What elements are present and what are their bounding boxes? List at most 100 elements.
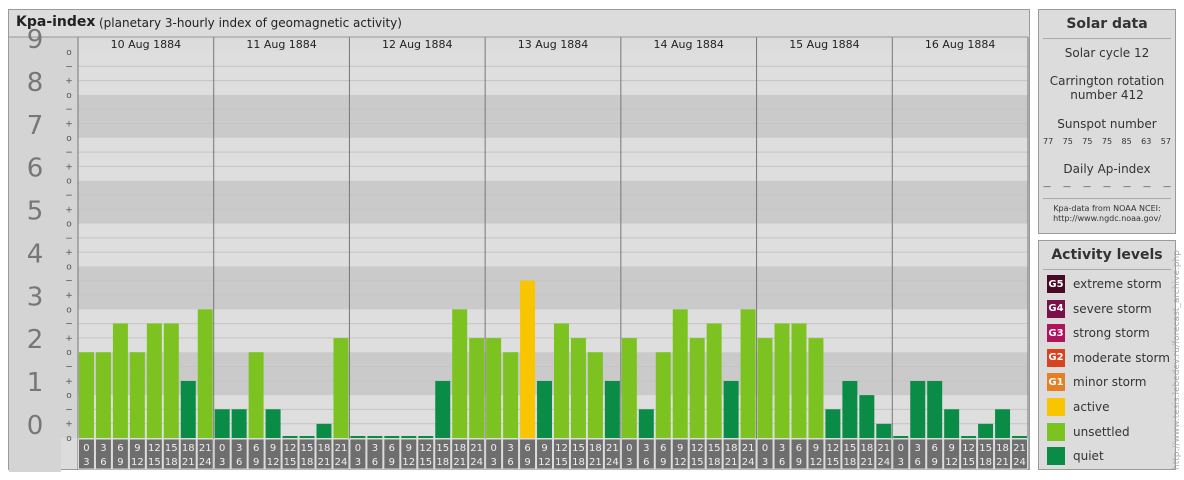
kp-major-label: 6 [27, 154, 44, 184]
interval-end-label: 15 [962, 457, 975, 468]
kp-bar [961, 436, 977, 438]
interval-start-label: 6 [389, 443, 395, 454]
kp-bar [978, 423, 994, 438]
legend-item: G5 extreme storm [1047, 275, 1162, 293]
kp-bar [248, 352, 264, 438]
legend-swatch [1047, 398, 1065, 416]
kp-bar [638, 409, 654, 438]
kp-band [78, 309, 1028, 353]
interval-start-label: 0 [219, 443, 225, 454]
interval-start-label: 3 [100, 443, 106, 454]
interval-start-label: 3 [507, 443, 513, 454]
legend-item: G4 severe storm [1047, 299, 1152, 318]
ap-index-values: — — — — — — — [1043, 182, 1171, 191]
interval-end-label: 24 [1013, 457, 1026, 468]
interval-start-label: 18 [589, 443, 602, 454]
kp-major-label: 9 [27, 25, 44, 55]
interval-end-label: 12 [267, 457, 280, 468]
interval-start-label: 18 [996, 443, 1009, 454]
kp-bar [214, 409, 230, 438]
interval-end-label: 15 [691, 457, 704, 468]
source-watermark: http://www.tesis.lebedev.ru/forecast_arc… [1172, 250, 1182, 470]
kp-bar [723, 380, 739, 438]
kp-bar [893, 436, 909, 438]
kp-bar [757, 338, 773, 438]
interval-start-label: 12 [148, 443, 161, 454]
legend-item: quiet [1047, 447, 1104, 466]
kp-bar [537, 380, 552, 438]
solar-cycle: Solar cycle 12 [1064, 46, 1150, 60]
kp-minor-label: − [65, 363, 73, 373]
interval-start-label: 15 [436, 443, 449, 454]
kp-bar [689, 338, 705, 438]
divider [1043, 38, 1171, 39]
interval-end-label: 18 [844, 457, 857, 468]
interval-start-label: 9 [813, 443, 819, 454]
kp-minor-label: o [66, 220, 72, 230]
interval-start-label: 18 [182, 443, 195, 454]
interval-start-label: 21 [470, 443, 483, 454]
legend-label: severe storm [1073, 301, 1152, 316]
kp-minor-label: + [65, 162, 73, 172]
interval-start-label: 3 [915, 443, 921, 454]
ap-value: — [1143, 182, 1151, 191]
interval-start-label: 3 [643, 443, 649, 454]
kp-major-label: 3 [27, 282, 44, 312]
kp-bar [587, 352, 603, 438]
kp-major-label: 8 [27, 68, 44, 98]
legend-label: quiet [1073, 449, 1104, 464]
kp-bar [112, 323, 128, 438]
legend-label: extreme storm [1073, 277, 1162, 291]
interval-end-label: 3 [626, 457, 632, 468]
interval-end-label: 18 [301, 457, 314, 468]
source-link[interactable]: http://www.ngdc.noaa.gov/ [1039, 214, 1175, 224]
interval-end-label: 12 [131, 457, 144, 468]
kp-minor-label: − [65, 191, 73, 201]
kp-minor-label: o [66, 48, 72, 58]
interval-start-label: 15 [844, 443, 857, 454]
interval-start-label: 3 [236, 443, 242, 454]
kp-minor-label: o [66, 391, 72, 401]
interval-end-label: 15 [284, 457, 297, 468]
kp-bar [808, 338, 824, 438]
carrington-line-1: Carrington rotation [1049, 74, 1165, 88]
kp-minor-label: + [65, 248, 73, 258]
interval-start-label: 12 [284, 443, 297, 454]
kp-minor-label: o [66, 91, 72, 101]
interval-start-label: 15 [572, 443, 585, 454]
interval-start-label: 18 [318, 443, 331, 454]
day-label: 10 Aug 1884 [111, 38, 181, 51]
kp-bar [95, 352, 111, 438]
kp-bar [655, 352, 671, 438]
sunspot-value: 85 [1121, 137, 1132, 146]
interval-start-label: 9 [948, 443, 954, 454]
sunspot-value: 57 [1160, 137, 1171, 146]
kp-bar [401, 436, 417, 438]
legend-item: unsettled [1047, 422, 1130, 441]
interval-end-label: 6 [915, 457, 921, 468]
interval-start-label: 18 [725, 443, 738, 454]
interval-end-label: 9 [796, 457, 802, 468]
interval-start-label: 21 [742, 443, 755, 454]
kp-bar [418, 436, 434, 438]
ap-value: — [1163, 182, 1171, 191]
kp-minor-label: + [65, 77, 73, 87]
interval-start-label: 6 [660, 443, 666, 454]
interval-end-label: 15 [555, 457, 568, 468]
kp-bar [706, 323, 722, 438]
kp-bar [469, 338, 485, 438]
kp-bar [842, 380, 858, 438]
day-label: 13 Aug 1884 [518, 38, 588, 51]
kp-major-label: 0 [27, 411, 44, 441]
kp-minor-label: − [65, 234, 73, 244]
legend-label: minor storm [1073, 375, 1147, 390]
interval-start-label: 6 [524, 443, 530, 454]
interval-start-label: 6 [253, 443, 259, 454]
kp-major-label: 7 [27, 111, 44, 141]
solar-data-panel: Solar data Solar cycle 12 Carrington rot… [1038, 9, 1176, 234]
interval-start-label: 15 [979, 443, 992, 454]
interval-start-label: 9 [541, 443, 547, 454]
interval-start-label: 0 [898, 443, 904, 454]
kp-bar [876, 423, 892, 438]
interval-end-label: 9 [660, 457, 666, 468]
